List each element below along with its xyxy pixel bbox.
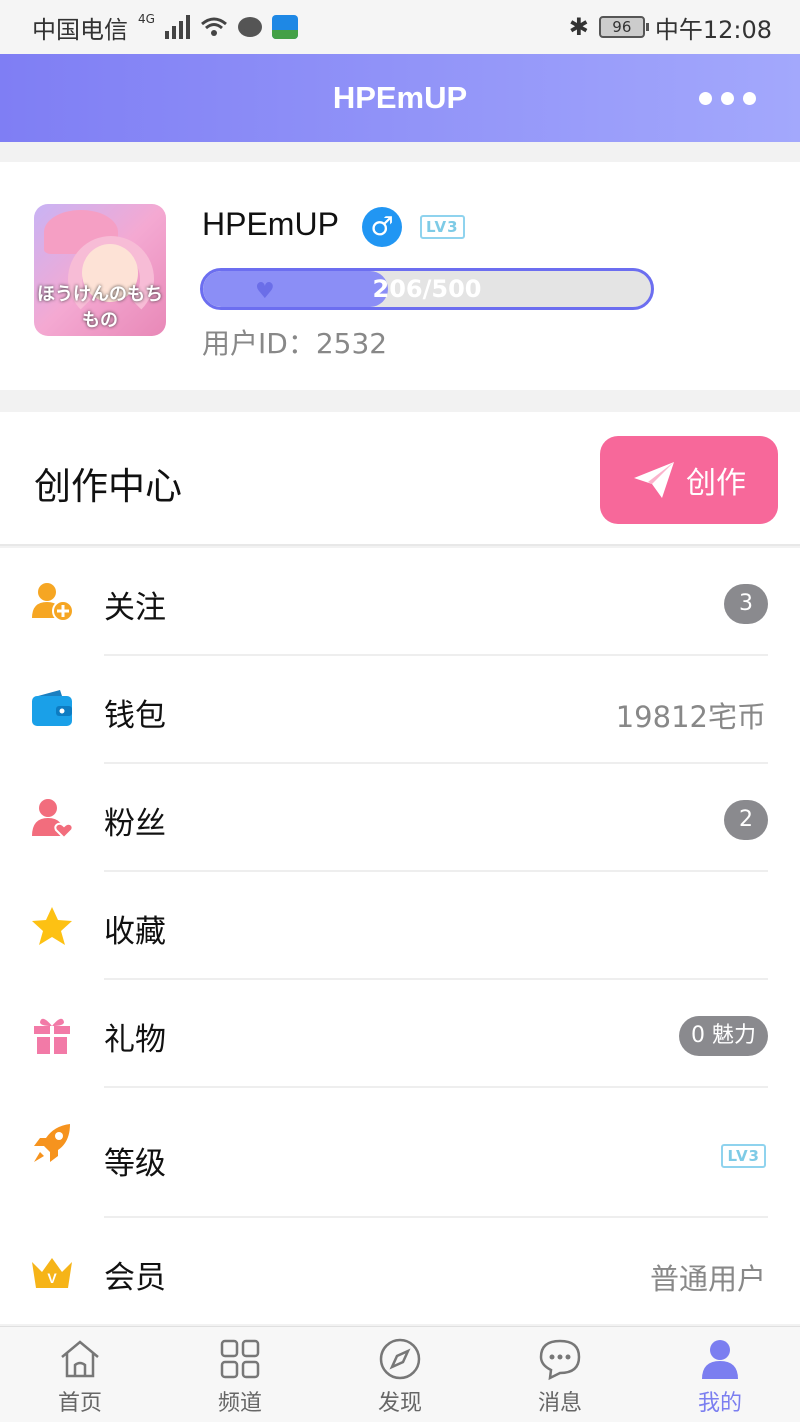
menu-item-label: 收藏 (104, 914, 166, 950)
menu-item-label: 礼物 (104, 1022, 166, 1058)
create-button-label: 创作 (686, 466, 746, 501)
level-badge: LV3 (420, 215, 465, 239)
home-icon (61, 1340, 99, 1378)
svg-text:V: V (47, 1270, 57, 1286)
app-header: HPEmUP (0, 54, 800, 142)
menu-item-level[interactable]: 等级 LV3 (0, 1088, 800, 1218)
page-title: HPEmUP (332, 80, 468, 115)
menu-list: 关注 3 钱包 19812宅币 粉丝 2 收藏 礼物 0 魅力 等级 LV3 V… (0, 548, 800, 1324)
tab-messages[interactable]: 消息 (480, 1327, 640, 1422)
battery-icon: 96 (598, 16, 649, 38)
menu-item-wallet[interactable]: 钱包 19812宅币 (0, 656, 800, 764)
tab-label: 消息 (537, 1391, 582, 1416)
wallet-icon (32, 690, 72, 726)
bluetooth-icon: ✱ (568, 13, 589, 41)
person-icon (702, 1340, 738, 1379)
bottom-tab-bar: 首页 频道 发现 消息 我的 (0, 1326, 800, 1422)
tab-home[interactable]: 首页 (0, 1327, 160, 1422)
chat-notification-icon (237, 17, 262, 37)
paper-plane-icon (634, 462, 674, 498)
tab-discover[interactable]: 发现 (320, 1327, 480, 1422)
menu-item-label: 粉丝 (104, 806, 166, 842)
tab-label: 我的 (697, 1391, 742, 1416)
rocket-icon (34, 1124, 70, 1162)
crown-icon: V (32, 1258, 72, 1288)
create-button[interactable]: 创作 (600, 436, 778, 524)
tab-label: 频道 (217, 1391, 262, 1416)
status-time: 中午12:08 (654, 15, 772, 44)
app-notification-icon (271, 15, 298, 39)
menu-item-label: 钱包 (104, 698, 166, 734)
wallet-balance: 19812宅币 (615, 700, 766, 734)
grid-icon (220, 1339, 260, 1379)
tab-channels[interactable]: 频道 (160, 1327, 320, 1422)
follow-count-badge: 3 (724, 584, 768, 624)
level-badge-small: LV3 (721, 1144, 766, 1168)
compass-icon (379, 1338, 421, 1380)
user-heart-icon (32, 799, 74, 840)
menu-item-membership[interactable]: V 会员 普通用户 (0, 1218, 800, 1326)
gift-icon (34, 1018, 70, 1054)
male-gender-icon: ♂ (362, 207, 402, 247)
membership-status: 普通用户 (649, 1262, 766, 1296)
tab-me[interactable]: 我的 (640, 1327, 800, 1422)
carrier-label: 中国电信 (32, 15, 128, 44)
wifi-icon (200, 17, 227, 36)
tab-label: 发现 (377, 1391, 422, 1416)
charm-badge: 0 魅力 (679, 1016, 768, 1056)
message-icon (539, 1339, 581, 1381)
creation-center-title: 创作中心 (34, 465, 182, 508)
menu-item-label: 会员 (104, 1260, 166, 1296)
menu-item-fans[interactable]: 粉丝 2 (0, 764, 800, 872)
network-type: 4G (138, 12, 155, 26)
fans-count-badge: 2 (724, 800, 768, 840)
signal-icon (164, 15, 190, 39)
avatar[interactable]: ほうけんのもちもの (34, 204, 166, 336)
experience-progress-bar: ♥ 206/500 (200, 268, 654, 310)
creation-center: 创作中心 创作 (0, 412, 800, 546)
status-bar: 中国电信 4G ✱ 96 中午12:08 (0, 0, 800, 54)
tab-label: 首页 (57, 1391, 102, 1416)
star-icon (32, 907, 72, 945)
menu-item-label: 关注 (104, 590, 166, 626)
user-add-icon (32, 583, 74, 622)
menu-item-label: 等级 (104, 1146, 166, 1182)
menu-item-gifts[interactable]: 礼物 0 魅力 (0, 980, 800, 1088)
more-dots-icon[interactable] (699, 92, 756, 105)
experience-text: 206/500 (372, 275, 482, 303)
username: HPEmUP (202, 206, 339, 242)
avatar-caption: ほうけんのもちもの (37, 284, 163, 331)
menu-item-follow[interactable]: 关注 3 (0, 548, 800, 656)
user-id: 用户ID：2532 (202, 327, 388, 360)
menu-item-favorites[interactable]: 收藏 (0, 872, 800, 980)
